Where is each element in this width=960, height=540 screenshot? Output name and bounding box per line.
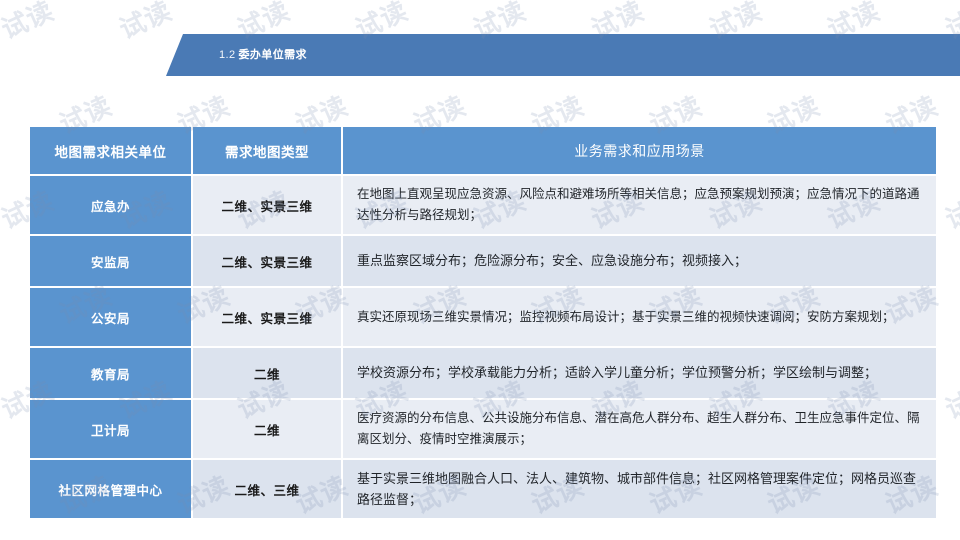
cell-unit: 教育局 (30, 348, 193, 398)
cell-scenario: 在地图上直观呈现应急资源、风险点和避难场所等相关信息；应急预案规划预演；应急情况… (343, 176, 936, 234)
table-body: 应急办 二维、实景三维 在地图上直观呈现应急资源、风险点和避难场所等相关信息；应… (30, 176, 936, 518)
banner-shape (166, 34, 960, 76)
table-row: 卫计局 二维 医疗资源的分布信息、公共设施分布信息、潜在高危人群分布、超生人群分… (30, 400, 936, 458)
banner-text-group: 1.2 委办单位需求 (219, 46, 307, 62)
column-header-map-type: 需求地图类型 (193, 127, 343, 174)
cell-scenario: 真实还原现场三维实景情况；监控视频布局设计；基于实景三维的视频快速调阅；安防方案… (343, 288, 936, 346)
cell-unit: 社区网格管理中心 (30, 460, 193, 518)
column-header-scenario: 业务需求和应用场景 (343, 127, 936, 174)
cell-map-type: 二维、实景三维 (193, 236, 343, 286)
table-header: 地图需求相关单位 需求地图类型 业务需求和应用场景 (30, 127, 936, 174)
watermark-text: 试读 (941, 186, 960, 235)
section-title: 委办单位需求 (238, 49, 307, 61)
column-header-unit: 地图需求相关单位 (30, 127, 193, 174)
table-row: 安监局 二维、实景三维 重点监察区域分布；危险源分布；安全、应急设施分布；视频接… (30, 236, 936, 286)
table-row: 教育局 二维 学校资源分布；学校承载能力分析；适龄入学儿童分析；学位预警分析；学… (30, 348, 936, 398)
table-row: 社区网格管理中心 二维、三维 基于实景三维地图融合人口、法人、建筑物、城市部件信… (30, 460, 936, 518)
table-row: 应急办 二维、实景三维 在地图上直观呈现应急资源、风险点和避难场所等相关信息；应… (30, 176, 936, 234)
section-number: 1.2 (219, 49, 236, 61)
cell-scenario: 学校资源分布；学校承载能力分析；适龄入学儿童分析；学位预警分析；学区绘制与调整； (343, 348, 936, 398)
cell-map-type: 二维 (193, 400, 343, 458)
watermark-text: 试读 (941, 376, 960, 425)
cell-scenario: 重点监察区域分布；危险源分布；安全、应急设施分布；视频接入； (343, 236, 936, 286)
cell-map-type: 二维、实景三维 (193, 176, 343, 234)
section-header-banner: 1.2 委办单位需求 (0, 34, 960, 76)
cell-unit: 安监局 (30, 236, 193, 286)
table-header-row: 地图需求相关单位 需求地图类型 业务需求和应用场景 (30, 127, 936, 174)
cell-scenario: 基于实景三维地图融合人口、法人、建筑物、城市部件信息；社区网格管理案件定位；网格… (343, 460, 936, 518)
cell-scenario: 医疗资源的分布信息、公共设施分布信息、潜在高危人群分布、超生人群分布、卫生应急事… (343, 400, 936, 458)
cell-map-type: 二维 (193, 348, 343, 398)
cell-unit: 应急办 (30, 176, 193, 234)
cell-map-type: 二维、实景三维 (193, 288, 343, 346)
requirements-table: 地图需求相关单位 需求地图类型 业务需求和应用场景 应急办 二维、实景三维 在地… (30, 125, 936, 520)
cell-unit: 卫计局 (30, 400, 193, 458)
requirements-table-element: 地图需求相关单位 需求地图类型 业务需求和应用场景 应急办 二维、实景三维 在地… (30, 125, 936, 520)
cell-unit: 公安局 (30, 288, 193, 346)
cell-map-type: 二维、三维 (193, 460, 343, 518)
table-row: 公安局 二维、实景三维 真实还原现场三维实景情况；监控视频布局设计；基于实景三维… (30, 288, 936, 346)
